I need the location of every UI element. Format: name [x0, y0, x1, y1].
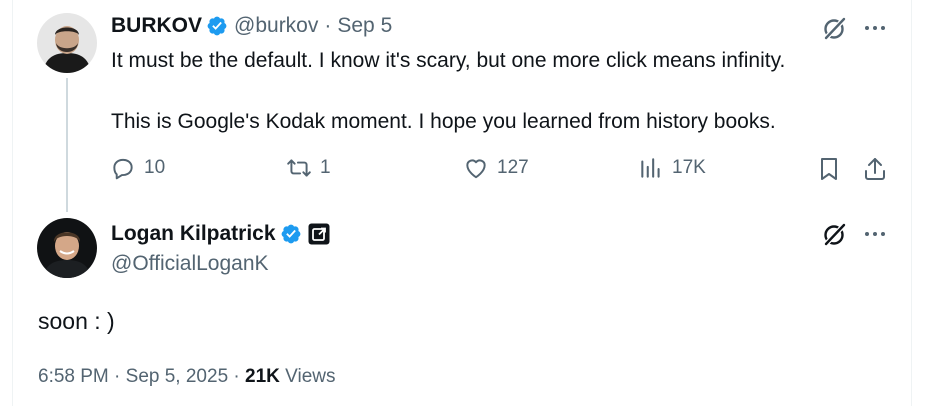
repost-icon — [287, 159, 311, 177]
reply-count: 10 — [144, 157, 166, 178]
views-total: 21K — [245, 366, 280, 387]
grok-icon[interactable] — [821, 220, 849, 248]
share-icon[interactable] — [861, 155, 889, 183]
verified-icon — [206, 15, 228, 37]
heart-icon — [466, 159, 486, 179]
logan-avatar[interactable] — [37, 218, 97, 278]
views-button[interactable]: 17K — [638, 155, 706, 181]
burkov-name[interactable]: BURKOV — [111, 14, 202, 38]
logan-name[interactable]: Logan Kilpatrick — [111, 222, 276, 246]
main-tweet-text: soon : ) — [38, 308, 115, 334]
burkov-tweet-line-1: It must be the default. I know it's scar… — [111, 49, 786, 72]
verified-icon — [280, 223, 302, 245]
repost-button[interactable]: 1 — [286, 155, 331, 181]
tweet-time[interactable]: 6:58 PM — [38, 366, 109, 387]
burkov-avatar[interactable] — [37, 13, 97, 73]
tweet-metadata: 6:58 PM · Sep 5, 2025 · 21K Views — [38, 366, 336, 388]
reply-button[interactable]: 10 — [110, 155, 165, 181]
like-count: 127 — [497, 157, 529, 178]
bookmark-icon[interactable] — [815, 155, 843, 183]
affiliate-badge-icon[interactable] — [308, 223, 330, 245]
burkov-header: BURKOV @burkov · Sep 5 — [111, 14, 392, 38]
thread-line — [66, 78, 68, 212]
reply-icon — [113, 158, 133, 180]
burkov-tweet-line-2: This is Google's Kodak moment. I hope yo… — [111, 110, 776, 133]
more-options-icon[interactable] — [861, 14, 889, 42]
like-button[interactable]: 127 — [463, 155, 529, 181]
meta-separator: · — [233, 366, 240, 387]
header-separator: · — [324, 14, 332, 37]
repost-count: 1 — [320, 157, 331, 178]
logan-handle[interactable]: @OfficialLoganK — [111, 252, 269, 276]
grok-icon[interactable] — [821, 14, 849, 42]
meta-separator: · — [114, 366, 121, 387]
more-options-icon[interactable] — [861, 220, 889, 248]
burkov-date[interactable]: Sep 5 — [337, 14, 392, 38]
views-label: Views — [285, 366, 336, 387]
tweet-date[interactable]: Sep 5, 2025 — [126, 366, 228, 387]
views-count: 17K — [672, 157, 706, 178]
logan-header: Logan Kilpatrick — [111, 222, 330, 246]
analytics-icon — [641, 158, 660, 178]
burkov-handle[interactable]: @burkov — [234, 14, 318, 38]
